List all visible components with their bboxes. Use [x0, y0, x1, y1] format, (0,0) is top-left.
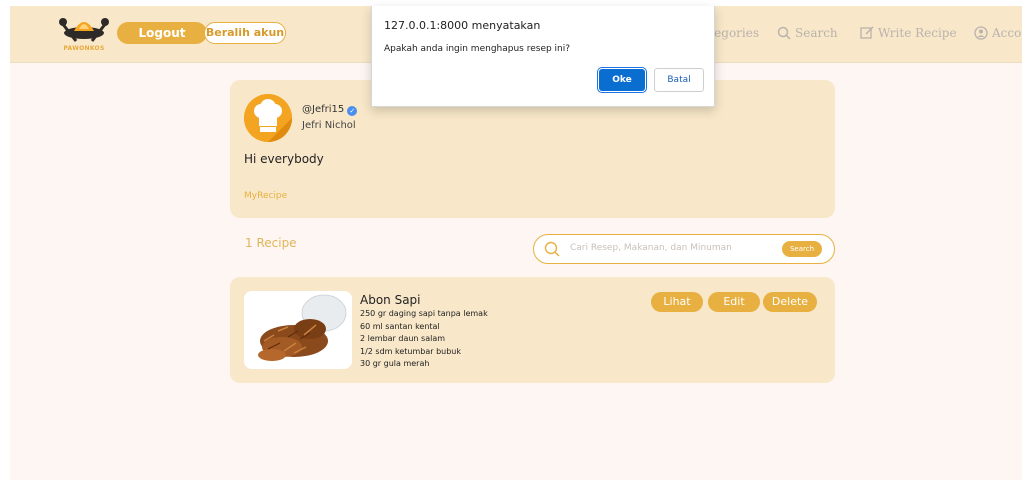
nav-write-recipe-label: Write Recipe: [878, 26, 957, 40]
verified-icon: ✓: [347, 106, 358, 116]
confirm-dialog: 127.0.0.1:8000 menyatakan Apakah anda in…: [371, 6, 715, 107]
recipe-title: Abon Sapi: [360, 293, 421, 307]
pawonkos-logo[interactable]: PAWONKOS: [54, 13, 114, 57]
ingredient-item: 60 ml santan kental: [360, 321, 440, 331]
recipe-image: [244, 291, 352, 369]
ingredient-item: 30 gr gula merah: [360, 359, 430, 368]
recipe-count: 1 Recipe: [245, 236, 297, 250]
my-recipe-link[interactable]: MyRecipe: [244, 191, 287, 201]
dialog-cancel-button[interactable]: Batal: [654, 68, 704, 92]
nav-write-recipe[interactable]: Write Recipe: [860, 26, 957, 40]
edit-recipe-button[interactable]: Edit: [708, 292, 760, 312]
switch-account-button[interactable]: Beralih akun: [204, 22, 286, 44]
ingredient-item: 2 lembar daun salam: [360, 334, 446, 343]
user-icon: [974, 26, 988, 40]
nav-search[interactable]: Search: [777, 26, 838, 40]
logo-text: PAWONKOS: [63, 45, 105, 52]
avatar: [244, 94, 292, 142]
recipe-card: Abon Sapi 250 gr daging sapi tanpa lemak…: [230, 277, 835, 383]
logout-button[interactable]: Logout: [117, 22, 207, 44]
profile-bio: Hi everybody: [244, 152, 324, 166]
search-button[interactable]: Search: [782, 241, 822, 257]
search-icon: [777, 26, 791, 40]
dialog-title: 127.0.0.1:8000 menyatakan: [384, 19, 541, 32]
username-text: @Jefri15: [302, 104, 345, 115]
ingredient-item: 1/2 sdm ketumbar bubuk: [360, 346, 462, 356]
app-page: PAWONKOS Logout Beralih akun Categories …: [10, 6, 1022, 480]
search-icon: [544, 241, 560, 257]
nav-account[interactable]: Account: [974, 26, 1022, 40]
search-input[interactable]: Cari Resep, Makanan, dan Minuman: [570, 243, 732, 253]
nav-search-label: Search: [795, 26, 838, 40]
ingredient-list: 250 gr daging sapi tanpa lemak 60 ml san…: [360, 308, 488, 371]
dialog-ok-button[interactable]: Oke: [599, 69, 645, 91]
edit-icon: [860, 26, 874, 39]
profile-username: @Jefri15 ✓: [302, 104, 358, 116]
nav-account-label: Account: [992, 26, 1022, 40]
profile-full-name: Jefri Nichol: [302, 120, 356, 131]
recipe-search-box[interactable]: Cari Resep, Makanan, dan Minuman Search: [533, 234, 835, 264]
ingredient-item: 250 gr daging sapi tanpa lemak: [360, 309, 488, 318]
view-recipe-button[interactable]: Lihat: [651, 292, 703, 312]
dialog-message: Apakah anda ingin menghapus resep ini?: [384, 44, 571, 54]
delete-recipe-button[interactable]: Delete: [763, 292, 817, 312]
